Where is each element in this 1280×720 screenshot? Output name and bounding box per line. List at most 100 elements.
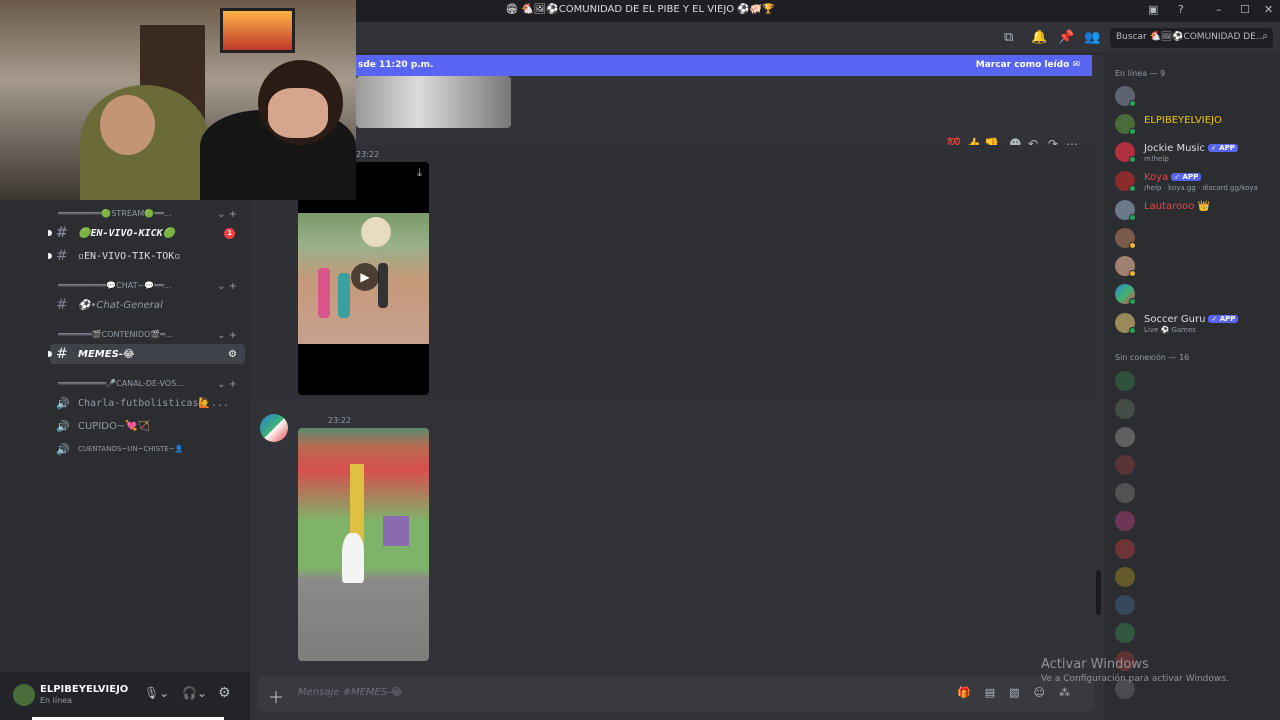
status-dot bbox=[1129, 128, 1136, 135]
app-badge: ✓ APP bbox=[1208, 315, 1239, 323]
member-item[interactable] bbox=[1115, 256, 1280, 278]
member-item[interactable]: ELPIBEYELVIEJO bbox=[1115, 114, 1280, 136]
composer-icons: 🎁▤▧☺⁂ bbox=[957, 686, 1084, 699]
status-dot bbox=[1129, 298, 1136, 305]
close-button[interactable]: ✕ bbox=[1264, 3, 1273, 16]
channel-envivo-tiktok[interactable]: # ▫EN-VIVO-TIK-TOK▫ bbox=[48, 246, 245, 266]
member-list: En línea — 9 ELPIBEYELVIEJO Jockie Music… bbox=[1104, 55, 1280, 720]
user-settings-icon[interactable]: ⚙ bbox=[218, 685, 231, 701]
message-timestamp: 23:22 bbox=[356, 150, 380, 159]
player bbox=[378, 263, 388, 308]
add-channel-icon[interactable]: ⌄ + bbox=[217, 330, 237, 341]
sign bbox=[383, 516, 409, 546]
mark-read-button[interactable]: Marcar como leído ✉ bbox=[976, 60, 1080, 70]
new-messages-banner[interactable]: sde 11:20 p.m. Marcar como leído ✉ bbox=[356, 55, 1092, 76]
speaker-icon: 🔊 bbox=[56, 419, 70, 433]
voice-channel-cuentanos[interactable]: 🔊 CUENTANOS~UN~CHISTE~👤 bbox=[50, 439, 245, 459]
scrollbar-thumb[interactable] bbox=[1096, 570, 1101, 615]
image-attachment[interactable] bbox=[356, 76, 511, 128]
status-dot bbox=[1129, 242, 1136, 249]
offline-member-avatar[interactable] bbox=[1115, 595, 1135, 615]
voice-channel-charla[interactable]: 🔊 Charla-futbolisticas🙋... bbox=[50, 393, 245, 413]
offline-member-avatar[interactable] bbox=[1115, 399, 1135, 419]
unread-indicator bbox=[48, 253, 52, 259]
category-stream[interactable]: ═════════🟢STREAM🟢══... ⌄ + bbox=[58, 209, 243, 220]
online-header: En línea — 9 bbox=[1115, 69, 1166, 78]
offline-member-avatar[interactable] bbox=[1115, 623, 1135, 643]
user-status: En línea bbox=[40, 696, 73, 705]
author-avatar[interactable] bbox=[260, 414, 288, 442]
windows-activation-watermark: Activar Windows Ve a Configuración para … bbox=[1041, 657, 1229, 684]
speaker-icon: 🔊 bbox=[56, 442, 70, 456]
offline-member-avatar[interactable] bbox=[1115, 483, 1135, 503]
member-item[interactable] bbox=[1115, 284, 1280, 306]
apps-icon[interactable]: ⁂ bbox=[1059, 686, 1084, 699]
video-thumbnail: ▶ bbox=[298, 213, 429, 344]
offline-member-avatar[interactable] bbox=[1115, 567, 1135, 587]
cam-person-left-head bbox=[100, 95, 155, 155]
maximize-button[interactable]: ☐ bbox=[1240, 3, 1250, 16]
category-canal-de-voz[interactable]: ══════════🎤CANAL-DE-VOS... ⌄ + bbox=[58, 379, 243, 390]
channel-memes[interactable]: # MEMES-😂 ⚙ bbox=[48, 344, 245, 364]
member-item[interactable]: Koya ✓ APP /help · koya.gg · discord.gg/k… bbox=[1115, 171, 1280, 193]
add-channel-icon[interactable]: ⌄ + bbox=[217, 209, 237, 220]
avatar[interactable] bbox=[13, 684, 35, 706]
channel-envivo-kick[interactable]: # 🟢EN-VIVO-KICK🟢 1 bbox=[48, 223, 245, 243]
app-badge: ✓ APP bbox=[1171, 173, 1202, 181]
image-attachment[interactable] bbox=[298, 428, 429, 661]
status-dot bbox=[1129, 214, 1136, 221]
voice-channel-cupido[interactable]: 🔊 CUPIDO~💘🏹 bbox=[50, 416, 245, 436]
status-dot bbox=[1129, 327, 1136, 334]
minimize-button[interactable]: – bbox=[1216, 3, 1222, 16]
offline-member-avatar[interactable] bbox=[1115, 539, 1135, 559]
speaker-icon: 🔊 bbox=[56, 396, 70, 410]
gift-icon[interactable]: 🎁 bbox=[957, 686, 985, 699]
help-icon[interactable]: ? bbox=[1178, 3, 1184, 16]
headphones-icon[interactable]: 🎧⌄ bbox=[182, 686, 207, 700]
hash-icon: # bbox=[56, 297, 68, 313]
pin-icon[interactable]: 📌 bbox=[1058, 30, 1074, 45]
hash-icon: # bbox=[56, 225, 68, 241]
download-icon[interactable]: ⤓ bbox=[417, 166, 422, 180]
inbox-icon[interactable]: ▣ bbox=[1148, 3, 1158, 16]
offline-member-avatar[interactable] bbox=[1115, 371, 1135, 391]
user-panel: ELPIBEYELVIEJO En línea 🎙⌄ 🎧⌄ ⚙ bbox=[0, 672, 250, 720]
microphone-icon[interactable]: 🎙⌄ bbox=[144, 686, 169, 700]
add-channel-icon[interactable]: ⌄ + bbox=[217, 379, 237, 390]
member-item[interactable]: Soccer Guru ✓ APP Live ⚽ Games bbox=[1115, 313, 1280, 335]
message-timestamp: 23:22 bbox=[328, 416, 352, 425]
member-item[interactable] bbox=[1115, 228, 1280, 250]
search-icon: ⌕ bbox=[1262, 31, 1268, 42]
play-icon[interactable]: ▶ bbox=[351, 263, 379, 291]
player bbox=[318, 268, 330, 318]
app-badge: ✓ APP bbox=[1207, 144, 1238, 152]
category-chat[interactable]: ══════════💬CHAT~💬══... ⌄ + bbox=[58, 281, 243, 292]
mention-badge: 1 bbox=[224, 227, 235, 239]
cam-person-right-face bbox=[268, 88, 328, 138]
volleyball bbox=[361, 217, 391, 247]
message-input[interactable]: Mensaje #MEMES-😂 bbox=[298, 687, 402, 698]
add-attachment-icon[interactable]: ＋ bbox=[268, 684, 284, 708]
members-icon[interactable]: 👥 bbox=[1084, 30, 1100, 45]
emoji-icon[interactable]: ☺ bbox=[1034, 686, 1059, 699]
bell-icon[interactable]: 🔔 bbox=[1031, 30, 1047, 45]
threads-icon[interactable]: ⧉ bbox=[1004, 30, 1013, 45]
status-dot bbox=[1129, 100, 1136, 107]
add-channel-icon[interactable]: ⌄ + bbox=[217, 281, 237, 292]
status-dot bbox=[1129, 270, 1136, 277]
offline-member-avatar[interactable] bbox=[1115, 511, 1135, 531]
category-contenido[interactable]: ═══════🎬CONTENIDO🎬═... ⌄ + bbox=[58, 330, 243, 341]
offline-member-avatar[interactable] bbox=[1115, 427, 1135, 447]
settings-icon[interactable]: ⚙ bbox=[228, 349, 237, 360]
message-composer[interactable]: ＋ Mensaje #MEMES-😂 🎁▤▧☺⁂ bbox=[258, 676, 1094, 712]
search-input[interactable]: Buscar 🐔🖼⚽COMUNIDAD DE... ⌕ bbox=[1110, 28, 1273, 48]
webcam-overlay bbox=[0, 0, 356, 200]
person bbox=[342, 533, 364, 583]
member-item[interactable]: Lautarooo 👑 bbox=[1115, 200, 1280, 222]
sticker-icon[interactable]: ▧ bbox=[1009, 686, 1033, 699]
gif-icon[interactable]: ▤ bbox=[985, 686, 1009, 699]
member-item[interactable]: Jockie Music ✓ APP m!help bbox=[1115, 142, 1280, 164]
channel-chat-general[interactable]: # ⚽•Chat-General bbox=[50, 295, 245, 315]
member-item[interactable] bbox=[1115, 86, 1280, 108]
offline-member-avatar[interactable] bbox=[1115, 455, 1135, 475]
